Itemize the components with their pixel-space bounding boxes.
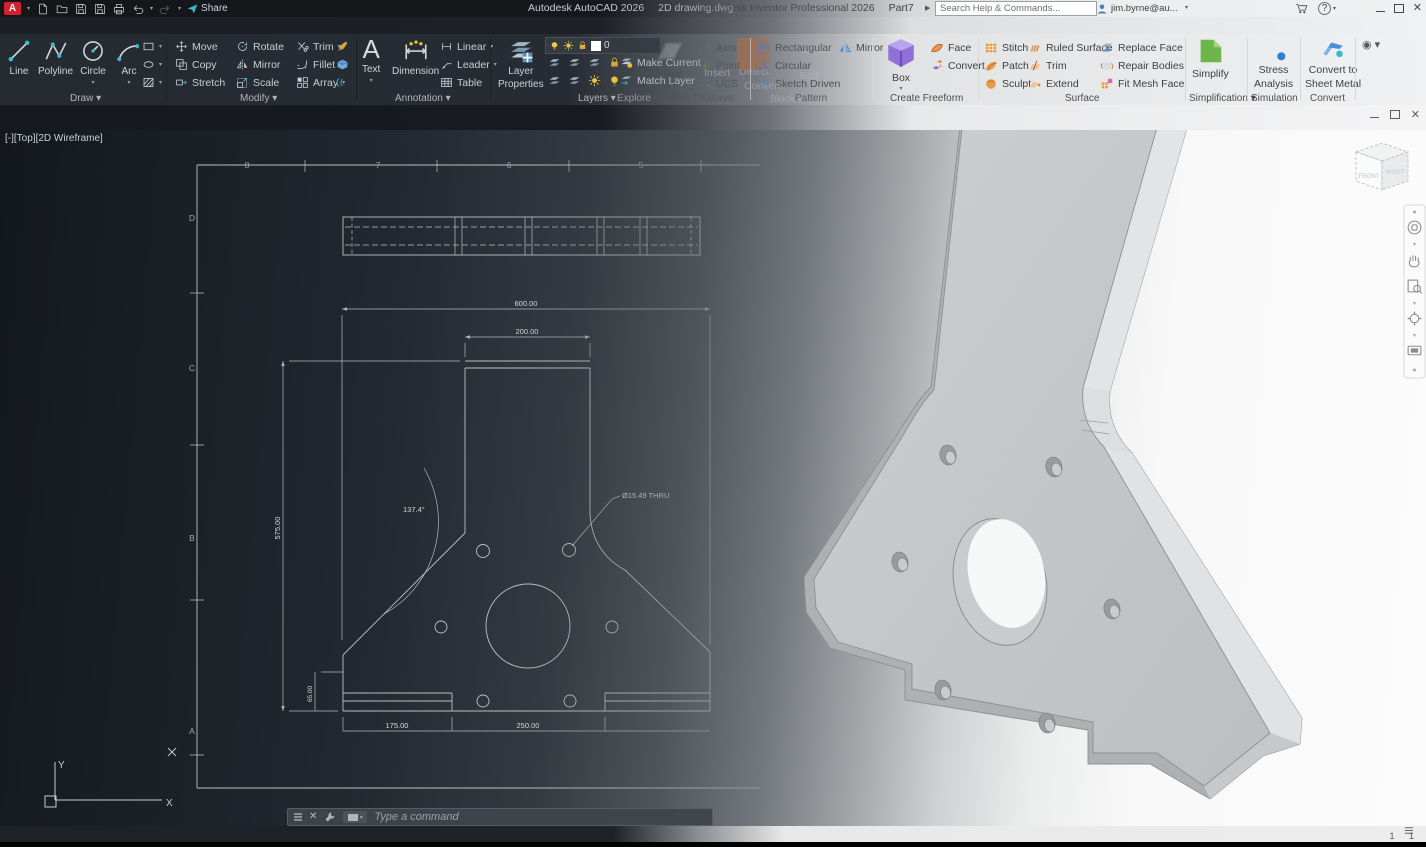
user-caret-icon[interactable]: ▾ [1185, 4, 1188, 11]
command-close-icon[interactable]: ✕ [309, 812, 317, 822]
ribbon-tabs: Home Insert Annotate Parametric View Man… [6, 17, 688, 34]
replace-face-button[interactable]: Replace Face [1100, 41, 1183, 55]
tab-layout2[interactable]: Layout2 [400, 826, 453, 842]
tab-view[interactable]: View [233, 17, 276, 34]
tab-manage[interactable]: Manage [276, 17, 334, 34]
plane-button[interactable]: Plane▾ [655, 36, 685, 89]
inventor-status-counts: 1 1 [1389, 831, 1420, 841]
tab-2d-drawing[interactable]: 2D drawing× [74, 108, 163, 128]
tab-collaborate[interactable]: Collaborate [441, 17, 515, 34]
freeform-convert-button[interactable]: Convert [930, 59, 985, 73]
point-button[interactable]: Point▾ [698, 59, 747, 73]
fit-mesh-face-button[interactable]: Fit Mesh Face [1100, 77, 1185, 91]
doc-minimize-button[interactable] [1370, 117, 1379, 119]
sculpt-button[interactable]: Sculpt [984, 77, 1031, 91]
graphics-viewport[interactable]: 600.00 200.00 575.00 65.00 175.00 250.00… [0, 130, 1426, 826]
mirror-feature-button[interactable]: Mirror [838, 41, 883, 55]
command-line-grip[interactable] [294, 813, 302, 821]
search-placeholder: Search Help & Commands... [940, 3, 1060, 14]
inventor-title: Autodesk Inventor Professional 2026Part7 [703, 2, 914, 14]
viewcube-right-face[interactable]: RIGHT [1386, 170, 1405, 176]
window-close-button[interactable]: ✕ [1413, 3, 1422, 14]
app-window: { "title_bar": { "autocad_app": "Autodes… [0, 0, 1426, 842]
tab-home[interactable]: Home [6, 17, 54, 34]
navigation-bar: ▾ ▾ ▾ [1404, 205, 1425, 378]
convert-panel-label[interactable]: Convert [1310, 93, 1345, 104]
tab-add-ins[interactable]: Add-ins [385, 17, 441, 34]
inventor-doc-name: Part7 [889, 2, 914, 14]
help-caret-icon[interactable]: ▾ [1333, 5, 1336, 12]
customize-wrench-icon[interactable] [324, 811, 336, 823]
tab-express-tools[interactable]: Express Tools [514, 17, 599, 34]
surface-extend-button[interactable]: Extend [1028, 77, 1079, 91]
stress-analysis-button[interactable]: StressAnalysis [1254, 36, 1293, 90]
viewport-controls-label[interactable]: [-][Top][2D Wireframe] [5, 133, 103, 144]
new-drawing-tab-button[interactable]: + [152, 110, 160, 126]
svg-text:▾: ▾ [1413, 301, 1416, 307]
simplification-panel-label[interactable]: Simplification ▾ [1189, 93, 1256, 104]
freeform-face-button[interactable]: Face [930, 41, 971, 55]
search-expand-icon[interactable]: ▶ [925, 4, 930, 12]
viewcube-front-face[interactable]: FRONT [1359, 174, 1380, 180]
svg-text:▾: ▾ [1413, 333, 1416, 339]
document-tab-bar: Start 2D drawing× + ✕ [0, 105, 1426, 130]
layout-menu-icon[interactable] [45, 829, 67, 839]
ribbon-overflow-button[interactable]: ◉ ▾ [1362, 38, 1380, 51]
ribbon-display-toggle[interactable]: ▾ [567, 20, 591, 31]
help-icon[interactable]: ? [1318, 2, 1331, 15]
simplify-button[interactable]: Simplify [1192, 36, 1229, 80]
title-bar-inventor-layer: Autodesk Inventor Professional 2026Part7… [0, 0, 1426, 17]
tab-featured-apps[interactable]: Featured Apps [600, 17, 688, 34]
sketch-driven-pattern-button[interactable]: Sketch Driven [757, 77, 840, 91]
convert-to-sheet-metal-button[interactable]: Convert toSheet Metal [1305, 36, 1361, 90]
doc-close-button[interactable]: ✕ [1411, 108, 1420, 121]
file-tabs-menu-icon[interactable] [9, 111, 29, 124]
ribbon-inventor-layer: Plane▾ Axis▾ Point▾ UCS Work Features Re… [0, 34, 1426, 105]
view-cube[interactable]: FRONT RIGHT [1356, 143, 1408, 190]
create-freeform-panel-label[interactable]: Create Freeform [890, 93, 963, 104]
circular-pattern-button[interactable]: Circular [757, 59, 811, 73]
svg-text:▾: ▾ [1413, 242, 1416, 248]
tab-insert[interactable]: Insert [54, 17, 100, 34]
inventor-doc-window-controls: ✕ [1370, 108, 1420, 121]
doc-restore-button[interactable] [1390, 110, 1400, 119]
recent-commands-button[interactable]: ▾ [343, 811, 367, 823]
tab-start[interactable]: Start [34, 108, 76, 128]
tab-model[interactable]: Model [118, 826, 164, 842]
stitch-button[interactable]: Stitch [984, 41, 1028, 55]
ribbon: Line Polyline Circle▾ Arc▾ ▾ ▾ ▾ Draw ▾ … [0, 34, 1426, 106]
patch-button[interactable]: Patch [984, 59, 1029, 73]
ucs-button[interactable]: UCS [698, 77, 738, 91]
tab-parametric[interactable]: Parametric [162, 17, 233, 34]
work-features-panel-label[interactable]: Work Features [668, 93, 733, 104]
tab-annotate[interactable]: Annotate [100, 17, 162, 34]
surface-panel-label[interactable]: Surface [1065, 93, 1099, 104]
window-restore-button[interactable] [1394, 4, 1404, 13]
tab-output[interactable]: Output [334, 17, 386, 34]
rectangular-pattern-button[interactable]: Rectangular [757, 41, 832, 55]
status-bar: Model / Layout1 / Layout2 / + 1 1 [0, 826, 1426, 842]
pattern-panel-label[interactable]: Pattern [795, 93, 827, 104]
window-minimize-button[interactable] [1376, 11, 1385, 13]
surface-trim-button[interactable]: Trim [1028, 59, 1067, 73]
3d-part[interactable] [804, 130, 1302, 799]
new-layout-button[interactable]: + [558, 827, 566, 842]
recent-commands-caret-icon: ▾ [360, 814, 363, 821]
window-controls: ✕ [1376, 1, 1422, 15]
search-input[interactable]: Search Help & Commands... [935, 1, 1097, 16]
ribbon-toggle-icon [572, 23, 581, 29]
3d-part-canvas: FRONT RIGHT ▾ ▾ ▾ [0, 130, 1426, 826]
user-account-button[interactable]: jim.byrne@au... [1111, 3, 1178, 14]
simulation-panel-label[interactable]: Simulation [1251, 93, 1298, 104]
freeform-box-button[interactable]: Box▾ [884, 36, 918, 93]
title-bar: A ▾ ▾ ▾ Share Autodesk AutoCAD 20262D dr… [0, 0, 1426, 17]
ribbon-toggle-caret-icon: ▾ [583, 22, 586, 29]
axis-button[interactable]: Axis▾ [698, 41, 743, 55]
repair-bodies-button[interactable]: Repair Bodies [1100, 59, 1184, 73]
tab-layout1[interactable]: Layout1 [248, 826, 301, 842]
ribbon-tab-row: Home Insert Annotate Parametric View Man… [0, 17, 1426, 34]
command-input[interactable]: Type a command [374, 811, 458, 823]
command-line[interactable]: ✕ ▾ Type a command [287, 808, 713, 826]
tab-close-icon[interactable]: × [148, 113, 153, 123]
